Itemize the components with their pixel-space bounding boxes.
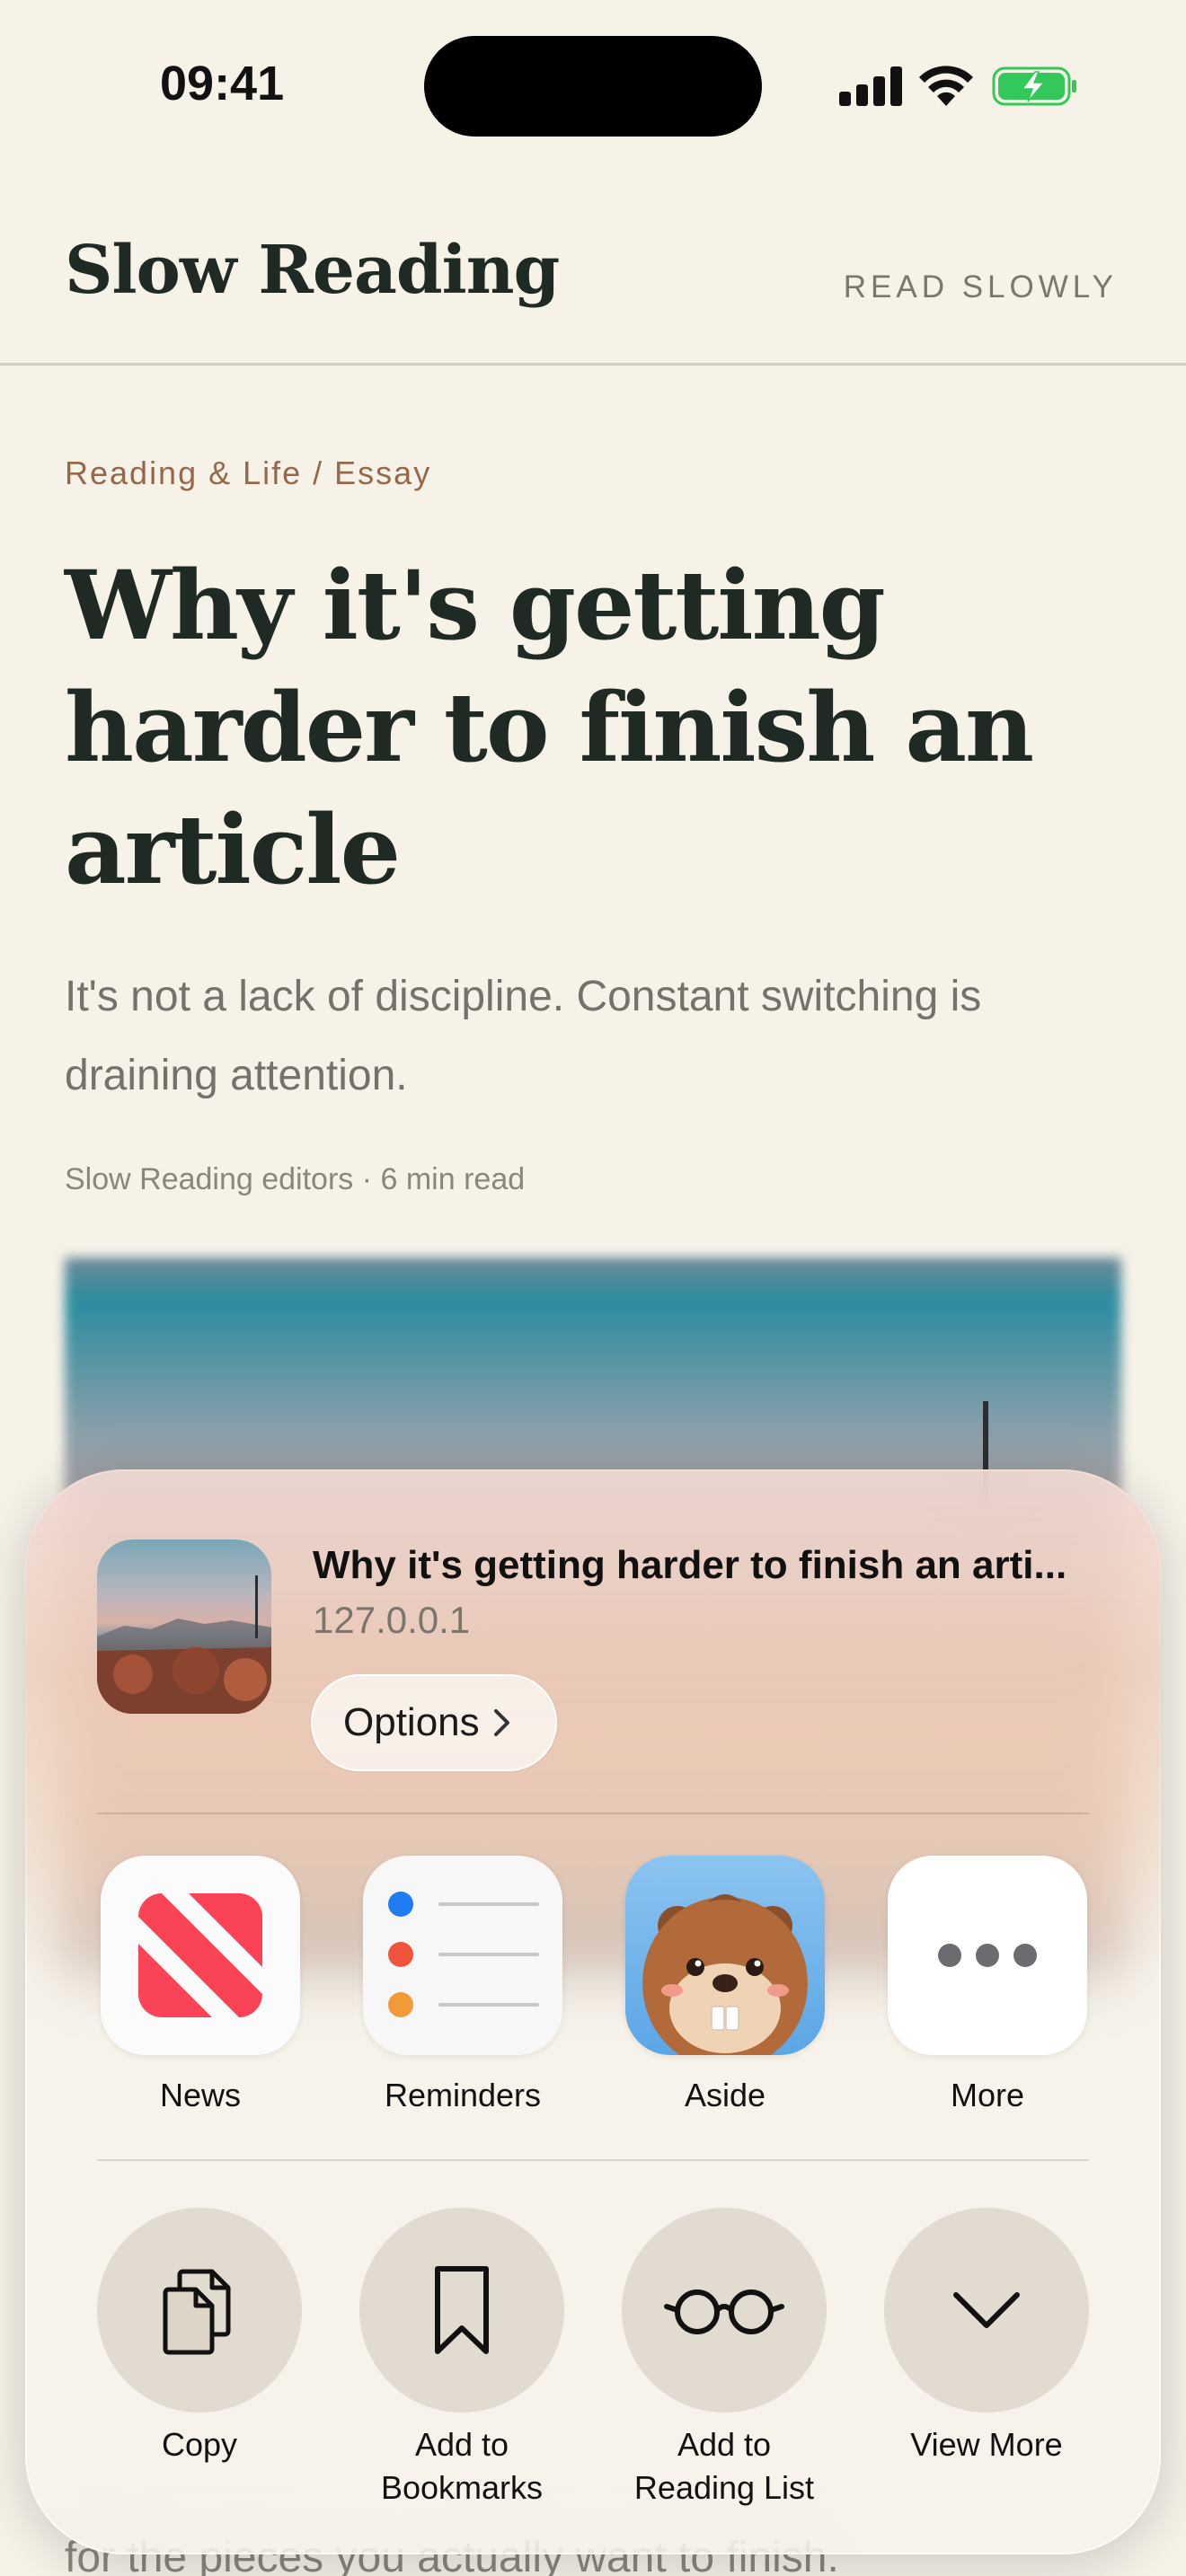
action-label-reading-list: Add to Reading List	[633, 2426, 815, 2506]
options-button[interactable]: Options	[311, 1674, 557, 1771]
article-dek: It's not a lack of discipline. Constant …	[65, 973, 982, 1099]
app-label-reminders: Reminders	[384, 2077, 542, 2113]
action-label-bookmarks: Add to Bookmarks	[380, 2426, 544, 2506]
article-title: Why it's getting harder to finish an art…	[65, 549, 1034, 905]
news-app-button[interactable]	[101, 1856, 300, 2055]
share-divider-bottom	[97, 2159, 1089, 2161]
view-more-button[interactable]	[884, 2208, 1089, 2413]
news-icon	[138, 1893, 262, 2017]
share-url: 127.0.0.1	[313, 1599, 471, 1641]
app-label-news: News	[159, 2077, 242, 2113]
copy-icon	[163, 2269, 231, 2355]
article-category[interactable]: Reading & Life / Essay	[65, 454, 431, 492]
header-divider	[0, 363, 1186, 366]
reminders-app-button[interactable]	[363, 1856, 562, 2055]
cellular-signal-icon	[839, 66, 902, 106]
add-to-reading-list-button[interactable]	[622, 2208, 827, 2413]
more-apps-button[interactable]	[888, 1856, 1087, 2055]
header-tagline: READ SLOWLY	[843, 269, 1118, 304]
chevron-right-icon	[493, 1709, 509, 1736]
dynamic-island	[424, 36, 762, 137]
add-to-bookmarks-button[interactable]	[359, 2208, 564, 2413]
app-label-aside: Aside	[684, 2077, 766, 2113]
more-dots-icon	[938, 1944, 1037, 1967]
wifi-icon	[919, 66, 973, 106]
share-title: Why it's getting harder to finish an art…	[313, 1543, 1067, 1587]
glasses-icon	[664, 2289, 784, 2334]
app-label-more: More	[950, 2077, 1025, 2113]
action-label-copy: Copy	[161, 2426, 238, 2463]
share-preview-thumbnail	[97, 1539, 271, 1714]
status-time: 09:41	[160, 57, 285, 110]
action-label-view-more: View More	[910, 2426, 1063, 2463]
chevron-down-icon	[953, 2292, 1020, 2328]
reminders-icon	[388, 1892, 539, 2017]
options-label: Options	[343, 1700, 480, 1744]
aside-app-button[interactable]	[625, 1856, 825, 2055]
bookmark-icon	[435, 2266, 489, 2354]
article-byline: Slow Reading editors · 6 min read	[65, 1162, 526, 1196]
aside-beaver-icon	[642, 1894, 808, 2055]
copy-button[interactable]	[97, 2208, 302, 2413]
battery-charging-icon	[992, 66, 1076, 106]
share-divider-top	[97, 1813, 1089, 1814]
site-brand[interactable]: Slow Reading	[65, 232, 560, 309]
